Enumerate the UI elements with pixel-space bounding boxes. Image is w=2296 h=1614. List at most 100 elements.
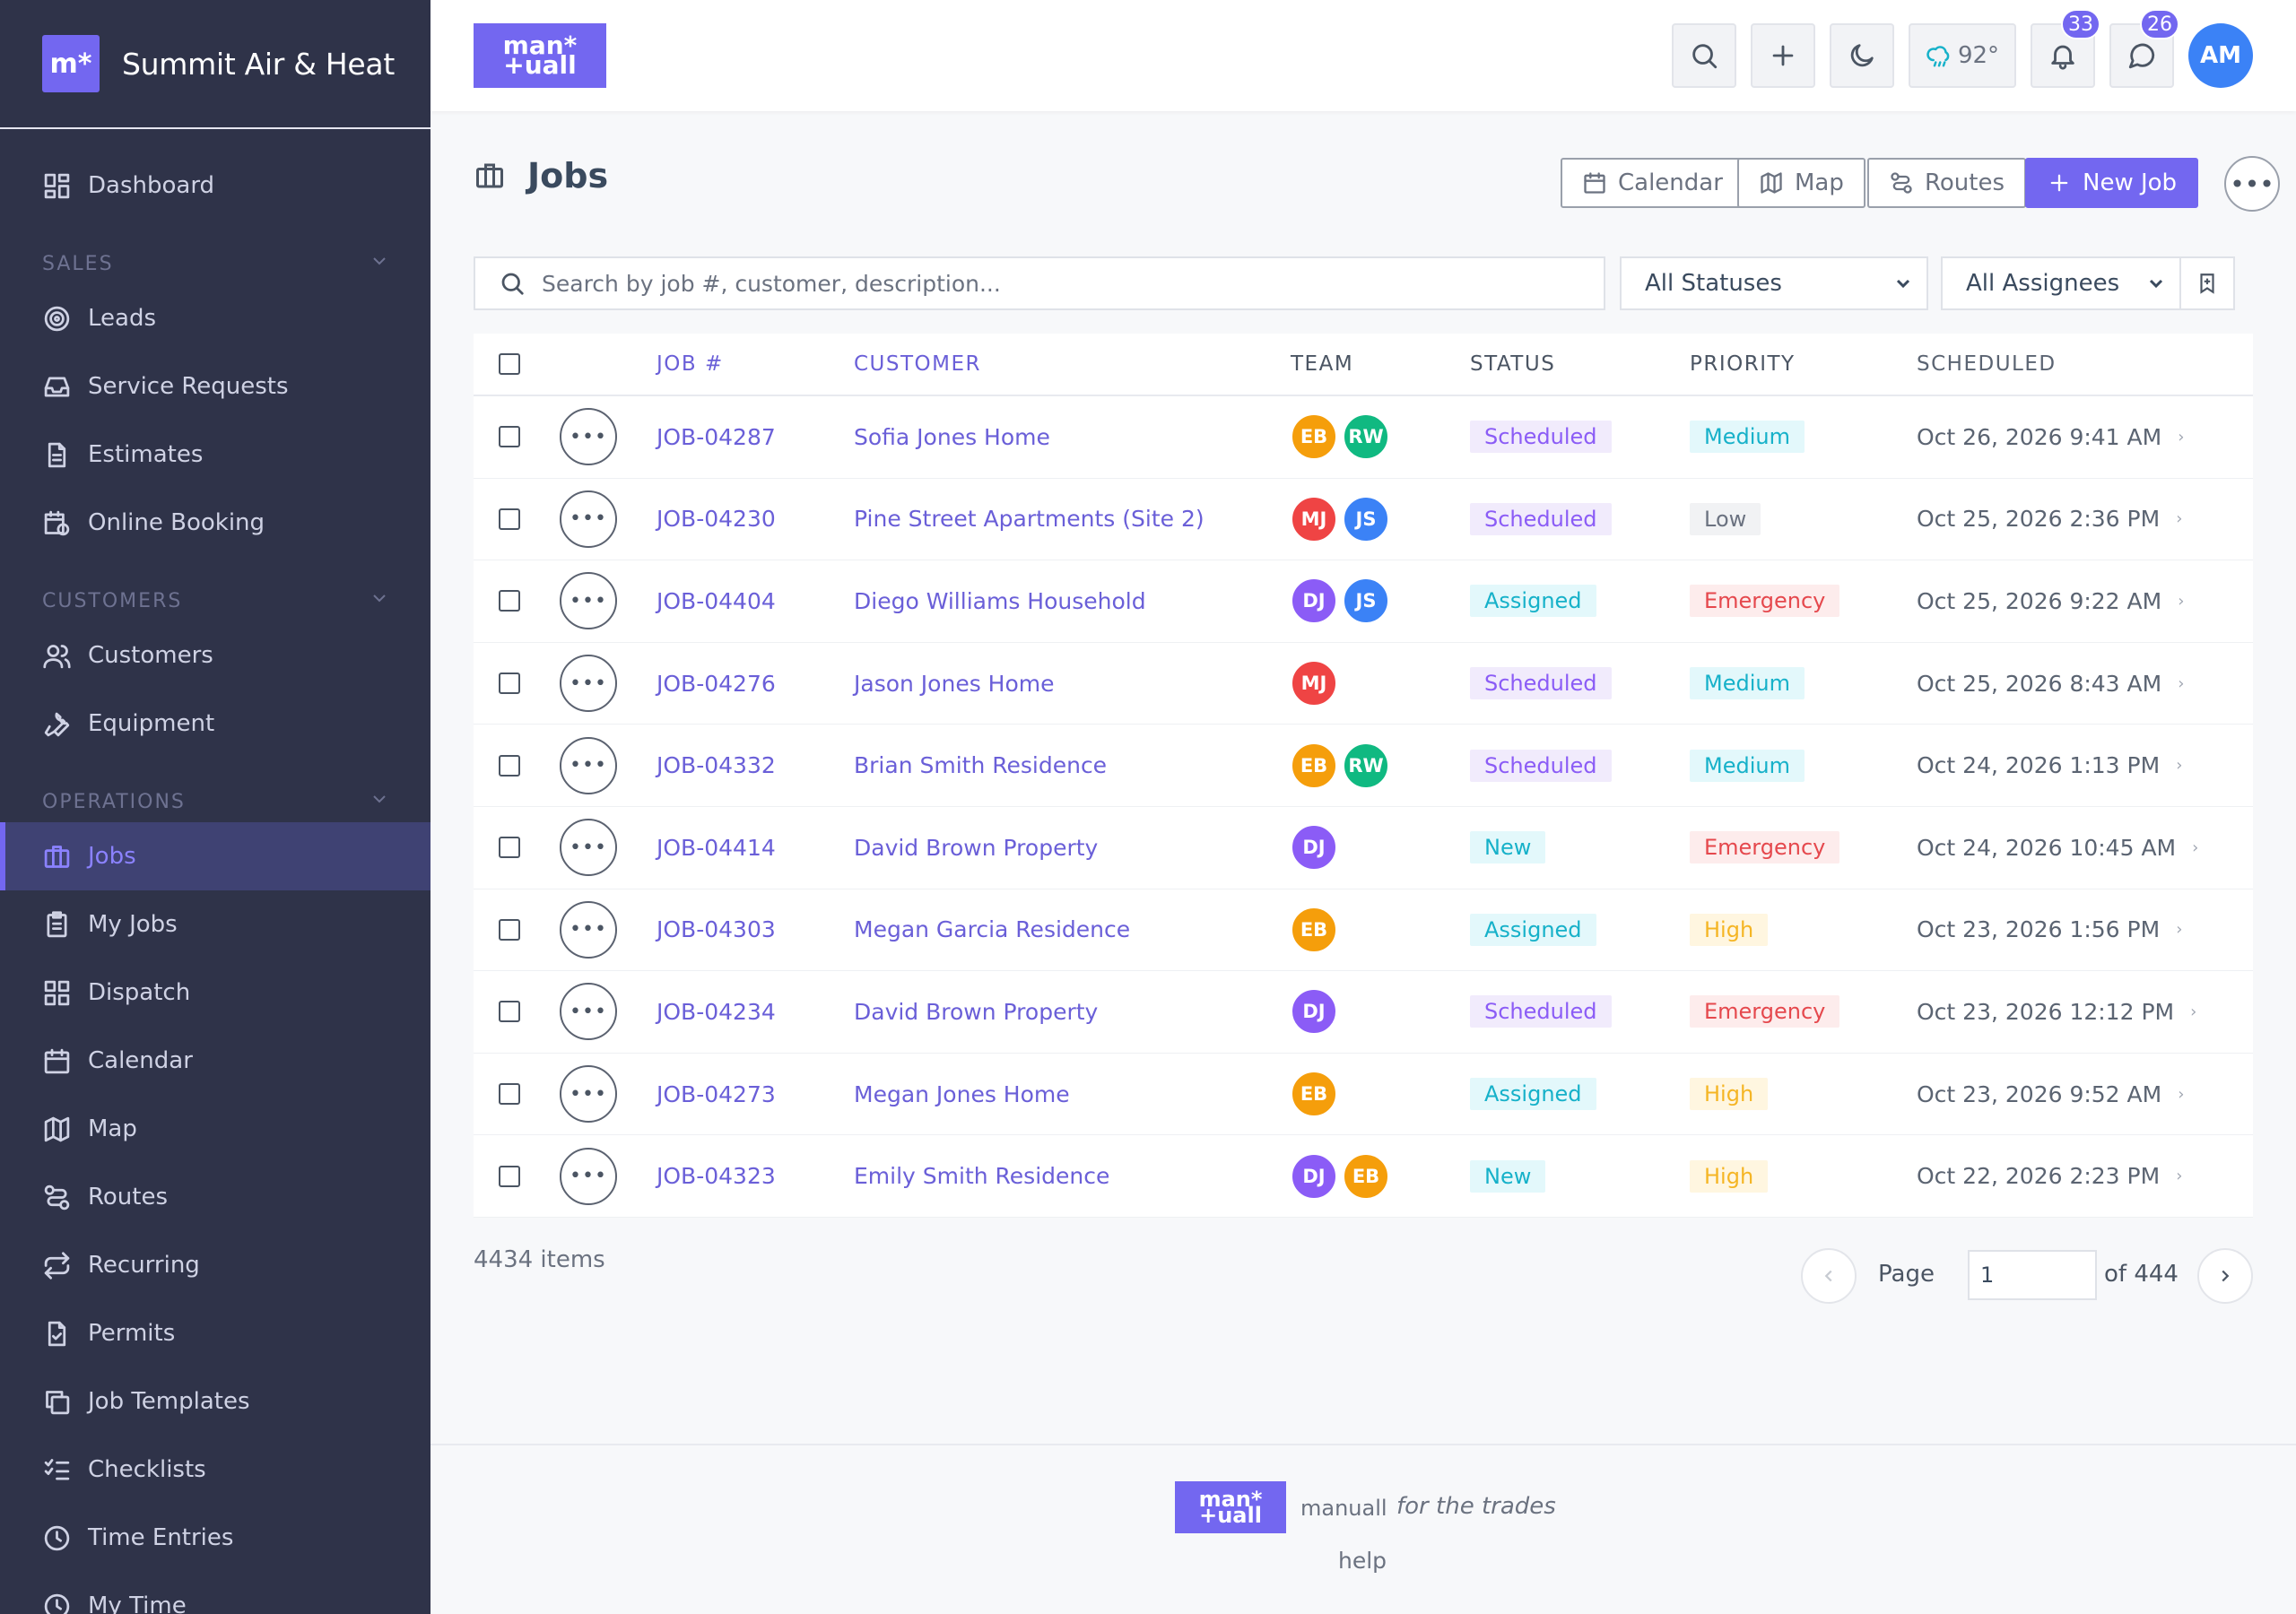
customer-link[interactable]: Emily Smith Residence — [854, 1163, 1291, 1189]
brand[interactable]: m* Summit Air & Heat — [0, 0, 430, 129]
assignee-filter-select[interactable]: All Assignees — [1941, 256, 2181, 310]
header-priority[interactable]: PRIORITY — [1690, 352, 1917, 376]
job-number-link[interactable]: JOB-04230 — [657, 506, 854, 532]
table-row[interactable]: ••• JOB-04230 Pine Street Apartments (Si… — [474, 479, 2253, 561]
footer-help-link[interactable]: help — [1338, 1548, 1387, 1574]
sidebar-item-my-jobs[interactable]: My Jobs — [0, 890, 430, 959]
customer-link[interactable]: Sofia Jones Home — [854, 424, 1291, 450]
job-number-link[interactable]: JOB-04276 — [657, 671, 854, 697]
customer-link[interactable]: Megan Garcia Residence — [854, 916, 1291, 942]
sidebar-section-operations[interactable]: OPERATIONS — [0, 758, 430, 822]
row-actions-button[interactable]: ••• — [560, 655, 617, 713]
search-input[interactable] — [542, 270, 1528, 297]
row-actions-button[interactable]: ••• — [560, 1147, 617, 1205]
sidebar-item-service-requests[interactable]: Service Requests — [0, 352, 430, 421]
sidebar-item-routes[interactable]: Routes — [0, 1163, 430, 1231]
table-row[interactable]: ••• JOB-04404 Diego Williams Household D… — [474, 560, 2253, 643]
weather-button[interactable]: 92° — [1909, 23, 2016, 88]
table-row[interactable]: ••• JOB-04273 Megan Jones Home EB Assign… — [474, 1054, 2253, 1136]
job-number-link[interactable]: JOB-04303 — [657, 916, 854, 942]
row-checkbox[interactable] — [499, 837, 520, 859]
calendar-view-button[interactable]: Calendar — [1561, 158, 1744, 208]
sidebar-section-customers[interactable]: CUSTOMERS — [0, 557, 430, 621]
job-number-link[interactable]: JOB-04273 — [657, 1081, 854, 1107]
job-number-link[interactable]: JOB-04323 — [657, 1163, 854, 1189]
sidebar-item-leads[interactable]: Leads — [0, 284, 430, 352]
page-input[interactable]: 1 — [1968, 1250, 2097, 1300]
row-actions-button[interactable]: ••• — [560, 900, 617, 959]
select-all-checkbox[interactable] — [499, 353, 520, 375]
prev-page-button[interactable] — [1801, 1248, 1857, 1304]
row-actions-button[interactable]: ••• — [560, 819, 617, 877]
table-row[interactable]: ••• JOB-04323 Emily Smith Residence DJ EB… — [474, 1135, 2253, 1218]
customer-link[interactable]: Megan Jones Home — [854, 1081, 1291, 1107]
sidebar-item-equipment[interactable]: Equipment — [0, 690, 430, 758]
sidebar-item-map[interactable]: Map — [0, 1095, 430, 1163]
table-row[interactable]: ••• JOB-04303 Megan Garcia Residence EB … — [474, 889, 2253, 972]
add-button[interactable] — [1751, 23, 1815, 88]
footer-logo[interactable]: man* +uall — [1175, 1481, 1286, 1533]
customer-link[interactable]: Jason Jones Home — [854, 671, 1291, 697]
table-row[interactable]: ••• JOB-04234 David Brown Property DJ Sc… — [474, 971, 2253, 1054]
row-checkbox[interactable] — [499, 1001, 520, 1023]
row-checkbox[interactable] — [499, 590, 520, 612]
customer-link[interactable]: Brian Smith Residence — [854, 752, 1291, 778]
sidebar-item-job-templates[interactable]: Job Templates — [0, 1367, 430, 1436]
row-checkbox[interactable] — [499, 426, 520, 448]
header-job[interactable]: JOB # — [657, 352, 854, 376]
header-status[interactable]: STATUS — [1470, 352, 1690, 376]
row-actions-button[interactable]: ••• — [560, 408, 617, 466]
sidebar-item-estimates[interactable]: Estimates — [0, 421, 430, 489]
user-avatar[interactable]: AM — [2188, 23, 2253, 88]
theme-toggle-button[interactable] — [1830, 23, 1894, 88]
table-row[interactable]: ••• JOB-04332 Brian Smith Residence EB RW… — [474, 725, 2253, 807]
customer-link[interactable]: David Brown Property — [854, 835, 1291, 861]
customer-link[interactable]: Diego Williams Household — [854, 588, 1291, 614]
sidebar-item-permits[interactable]: Permits — [0, 1299, 430, 1367]
status-filter-select[interactable]: All Statuses — [1620, 256, 1928, 310]
row-actions-button[interactable]: ••• — [560, 983, 617, 1041]
job-number-link[interactable]: JOB-04234 — [657, 999, 854, 1025]
job-number-link[interactable]: JOB-04332 — [657, 752, 854, 778]
table-row[interactable]: ••• JOB-04287 Sofia Jones Home EB RW Sche… — [474, 396, 2253, 479]
row-actions-button[interactable]: ••• — [560, 572, 617, 630]
map-view-button[interactable]: Map — [1737, 158, 1866, 208]
sidebar-item-time-entries[interactable]: Time Entries — [0, 1504, 430, 1572]
job-number-link[interactable]: JOB-04414 — [657, 835, 854, 861]
header-customer[interactable]: CUSTOMER — [854, 352, 1291, 376]
table-row[interactable]: ••• JOB-04276 Jason Jones Home MJ Schedu… — [474, 643, 2253, 725]
table-row[interactable]: ••• JOB-04414 David Brown Property DJ Ne… — [474, 807, 2253, 889]
job-number-link[interactable]: JOB-04404 — [657, 588, 854, 614]
row-checkbox[interactable] — [499, 918, 520, 941]
sidebar-item-customers[interactable]: Customers — [0, 621, 430, 690]
row-actions-button[interactable]: ••• — [560, 490, 617, 548]
row-actions-button[interactable]: ••• — [560, 736, 617, 794]
sidebar-item-recurring[interactable]: Recurring — [0, 1231, 430, 1299]
customer-link[interactable]: Pine Street Apartments (Site 2) — [854, 506, 1291, 532]
row-checkbox[interactable] — [499, 1165, 520, 1187]
notifications-button[interactable]: 33 — [2031, 9, 2100, 88]
next-page-button[interactable] — [2197, 1248, 2253, 1304]
row-checkbox[interactable] — [499, 508, 520, 530]
job-number-link[interactable]: JOB-04287 — [657, 424, 854, 450]
header-logo[interactable]: man* +uall — [474, 23, 606, 88]
sidebar-item-dashboard[interactable]: Dashboard — [0, 152, 430, 220]
row-checkbox[interactable] — [499, 1083, 520, 1106]
routes-view-button[interactable]: Routes — [1867, 158, 2027, 208]
more-options-button[interactable]: ••• — [2224, 156, 2280, 212]
sidebar-item-jobs[interactable]: Jobs — [0, 822, 430, 890]
header-scheduled[interactable]: SCHEDULED — [1917, 352, 2057, 376]
sidebar-item-calendar[interactable]: Calendar — [0, 1027, 430, 1095]
sidebar-item-dispatch[interactable]: Dispatch — [0, 959, 430, 1027]
sidebar-item-checklists[interactable]: Checklists — [0, 1436, 430, 1504]
customer-link[interactable]: David Brown Property — [854, 999, 1291, 1025]
row-checkbox[interactable] — [499, 672, 520, 695]
row-checkbox[interactable] — [499, 754, 520, 777]
messages-button[interactable]: 26 — [2109, 9, 2179, 88]
new-job-button[interactable]: New Job — [2025, 158, 2199, 208]
saved-views-button[interactable] — [2179, 256, 2235, 310]
sidebar-item-my-time[interactable]: My Time — [0, 1572, 430, 1614]
search-button[interactable] — [1672, 23, 1736, 88]
sidebar-section-sales[interactable]: SALES — [0, 220, 430, 284]
row-actions-button[interactable]: ••• — [560, 1065, 617, 1124]
